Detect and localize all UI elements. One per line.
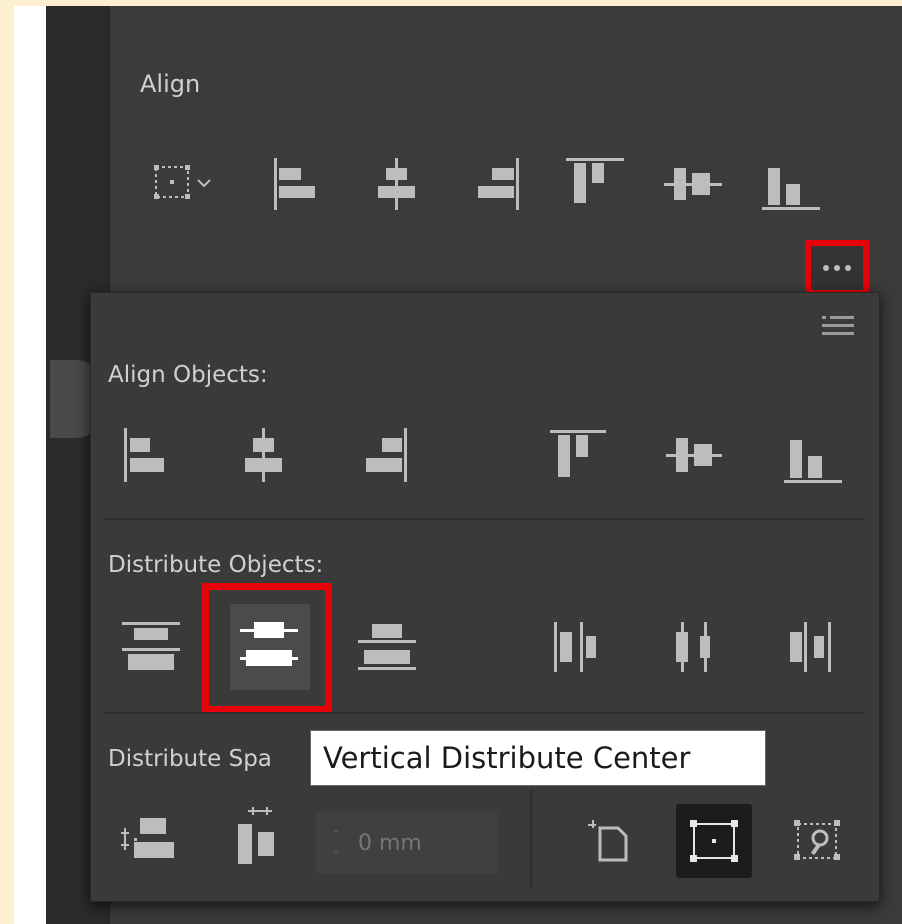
flyout-vertical-align-bottom-button[interactable] bbox=[780, 424, 846, 486]
vertical-distribute-space-icon bbox=[121, 818, 174, 858]
horizontal-align-left-icon bbox=[274, 158, 315, 210]
flyout-vertical-align-top-button[interactable] bbox=[546, 424, 610, 486]
horizontal-align-right-icon bbox=[366, 428, 407, 482]
align-to-key-object-icon bbox=[794, 820, 840, 860]
vertical-align-bottom-icon bbox=[784, 440, 842, 483]
spacing-input[interactable] bbox=[356, 829, 480, 857]
flyout-horizontal-align-left-button[interactable] bbox=[118, 424, 178, 486]
flyout-horizontal-align-right-button[interactable] bbox=[354, 424, 414, 486]
align-to-artboard-icon bbox=[588, 820, 628, 862]
horizontal-align-center-icon bbox=[378, 158, 415, 210]
distribute-center-highlight bbox=[202, 583, 332, 713]
vertical-distribute-top-icon bbox=[122, 622, 180, 670]
vertical-align-top-icon bbox=[550, 430, 606, 477]
section-vertical-divider bbox=[530, 790, 532, 888]
distribute-spacing-label: Distribute Spa bbox=[108, 746, 272, 772]
section-divider bbox=[104, 518, 864, 520]
spacing-value-field[interactable]: ⌃ ⌄ bbox=[316, 812, 498, 874]
chevron-down-icon bbox=[197, 179, 211, 188]
flyout-vertical-align-center-button[interactable] bbox=[662, 424, 726, 486]
vertical-align-center-icon bbox=[666, 438, 722, 472]
align-to-artboard-button[interactable] bbox=[584, 810, 640, 872]
horizontal-align-right-icon bbox=[478, 158, 519, 210]
vertical-align-top-button[interactable] bbox=[562, 154, 628, 214]
panel-title: Align bbox=[140, 70, 201, 98]
vertical-distribute-bottom-icon bbox=[358, 624, 416, 670]
vertical-distribute-top-button[interactable] bbox=[118, 616, 184, 678]
align-to-key-object-button[interactable] bbox=[784, 810, 850, 872]
more-options-icon bbox=[823, 265, 851, 271]
horizontal-align-right-button[interactable] bbox=[466, 154, 526, 214]
align-to-selection-icon bbox=[690, 820, 738, 862]
align-to-selection-button[interactable] bbox=[680, 810, 748, 872]
horizontal-distribute-right-icon bbox=[790, 622, 831, 672]
horizontal-distribute-center-button[interactable] bbox=[662, 616, 726, 678]
horizontal-align-left-icon bbox=[124, 428, 164, 482]
more-options-button[interactable] bbox=[805, 240, 869, 296]
horizontal-align-center-icon bbox=[245, 428, 282, 482]
horizontal-align-left-button[interactable] bbox=[266, 154, 326, 214]
horizontal-distribute-right-button[interactable] bbox=[780, 616, 844, 678]
flyout-horizontal-align-center-button[interactable] bbox=[234, 424, 294, 486]
horizontal-distribute-space-icon bbox=[238, 807, 274, 864]
vertical-align-bottom-icon bbox=[762, 168, 820, 210]
horizontal-distribute-center-icon bbox=[676, 622, 710, 672]
chevron-down-icon[interactable]: ⌄ bbox=[330, 843, 342, 857]
tooltip: Vertical Distribute Center bbox=[310, 730, 766, 786]
panel-menu-icon[interactable] bbox=[820, 314, 856, 342]
horizontal-distribute-space-button[interactable] bbox=[230, 806, 290, 872]
vertical-distribute-space-button[interactable] bbox=[118, 810, 184, 872]
align-objects-label: Align Objects: bbox=[108, 362, 268, 388]
section-divider bbox=[104, 712, 864, 714]
vertical-distribute-bottom-button[interactable] bbox=[354, 616, 420, 678]
horizontal-distribute-left-icon bbox=[554, 622, 596, 672]
vertical-align-center-button[interactable] bbox=[660, 154, 726, 214]
horizontal-align-center-button[interactable] bbox=[366, 154, 426, 214]
horizontal-distribute-left-button[interactable] bbox=[546, 616, 610, 678]
vertical-align-top-icon bbox=[566, 158, 624, 203]
distribute-objects-label: Distribute Objects: bbox=[108, 552, 324, 578]
chevron-up-icon[interactable]: ⌃ bbox=[330, 829, 342, 843]
align-to-selection-icon bbox=[154, 165, 211, 199]
spacing-stepper[interactable]: ⌃ ⌄ bbox=[316, 812, 356, 874]
vertical-align-bottom-button[interactable] bbox=[758, 154, 824, 214]
vertical-align-center-icon bbox=[664, 168, 722, 200]
align-to-selection-dropdown[interactable] bbox=[150, 160, 220, 208]
